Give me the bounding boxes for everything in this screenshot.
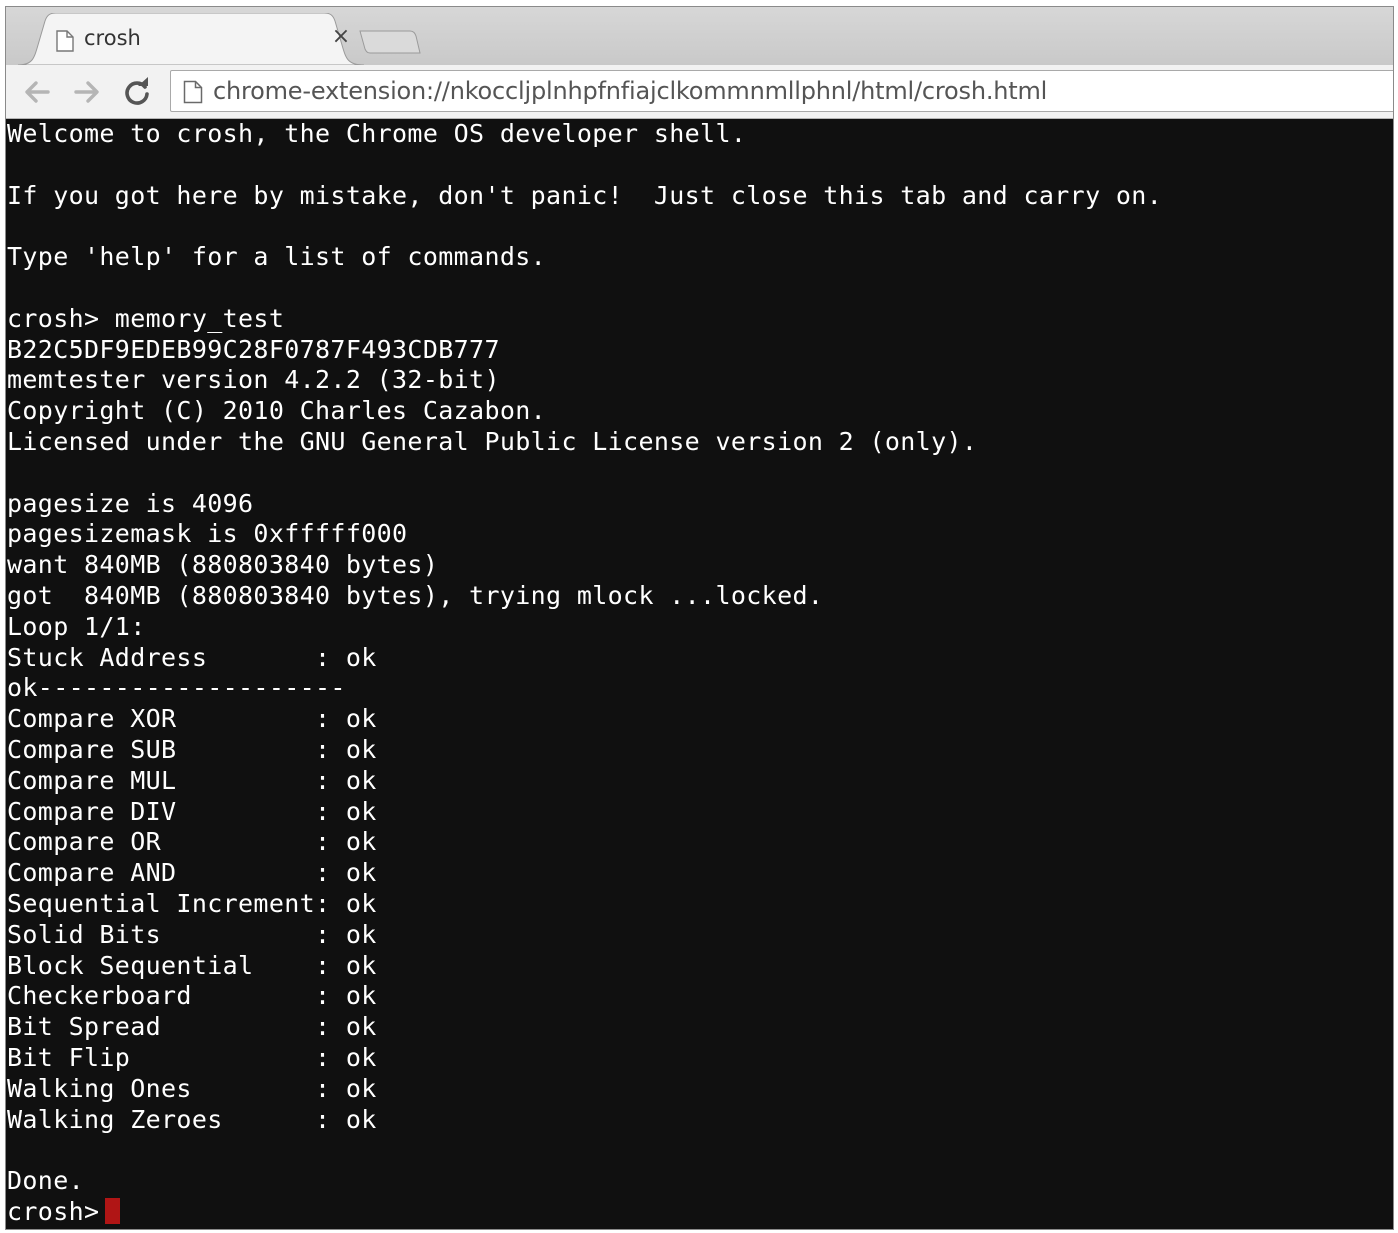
tab-strip: crosh × <box>6 7 1393 65</box>
page-icon <box>56 30 74 52</box>
back-arrow-icon[interactable] <box>22 77 52 107</box>
terminal-line: Compare XOR : ok <box>7 704 377 734</box>
tab-title: crosh <box>84 26 141 50</box>
terminal-line: Compare MUL : ok <box>7 765 377 795</box>
terminal-line: Solid Bits : ok <box>7 919 377 949</box>
terminal-line: Compare SUB : ok <box>7 734 377 764</box>
tab-crosh[interactable]: crosh × <box>18 13 364 65</box>
terminal-line: Done. <box>7 1166 85 1196</box>
terminal-line: Licensed under the GNU General Public Li… <box>7 426 978 456</box>
terminal-line: Block Sequential : ok <box>7 950 377 980</box>
terminal-line: pagesize is 4096 <box>7 488 254 518</box>
terminal-line: want 840MB (880803840 bytes) <box>7 550 439 580</box>
terminal-line: If you got here by mistake, don't panic!… <box>7 180 1163 210</box>
terminal-line: Bit Spread : ok <box>7 1012 377 1042</box>
url-text[interactable]: chrome-extension://nkoccljplnhpfnfiajclk… <box>213 77 1047 105</box>
terminal-line: Compare DIV : ok <box>7 796 377 826</box>
terminal-line: crosh> memory_test <box>7 303 285 333</box>
address-bar[interactable]: chrome-extension://nkoccljplnhpfnfiajclk… <box>170 70 1393 112</box>
terminal-line: Stuck Address : ok <box>7 642 377 672</box>
terminal-line: Bit Flip : ok <box>7 1042 377 1072</box>
terminal-line: Walking Ones : ok <box>7 1073 377 1103</box>
page-icon <box>183 80 203 104</box>
terminal-line: Walking Zeroes : ok <box>7 1104 377 1134</box>
terminal-line: got 840MB (880803840 bytes), trying mloc… <box>7 580 824 610</box>
terminal-line: Copyright (C) 2010 Charles Cazabon. <box>7 396 547 426</box>
reload-icon[interactable] <box>122 77 152 107</box>
browser-window: crosh × chrome-extension://nkoccljplnhpf… <box>5 6 1394 1230</box>
terminal-line: Loop 1/1: <box>7 611 146 641</box>
terminal-cursor <box>105 1197 121 1224</box>
terminal-line: Compare AND : ok <box>7 858 377 888</box>
terminal-output[interactable]: Welcome to crosh, the Chrome OS develope… <box>6 119 1393 1229</box>
new-tab-button[interactable] <box>358 29 422 55</box>
terminal-line: Sequential Increment: ok <box>7 888 377 918</box>
close-tab-icon[interactable]: × <box>330 26 352 48</box>
terminal-line: B22C5DF9EDEB99C28F0787F493CDB777 <box>7 334 500 364</box>
shell-prompt: crosh> <box>7 1196 100 1226</box>
terminal-line: Compare OR : ok <box>7 827 377 857</box>
terminal-prompt-line[interactable]: crosh> <box>7 1197 1393 1228</box>
terminal-line: Type 'help' for a list of commands. <box>7 242 547 272</box>
terminal-line: Welcome to crosh, the Chrome OS develope… <box>7 119 747 148</box>
forward-arrow-icon[interactable] <box>72 77 102 107</box>
terminal-line: pagesizemask is 0xfffff000 <box>7 519 408 549</box>
browser-toolbar: chrome-extension://nkoccljplnhpfnfiajclk… <box>6 65 1393 119</box>
terminal-line: Checkerboard : ok <box>7 981 377 1011</box>
terminal-line: ok-------------------- <box>7 673 346 703</box>
terminal-line: memtester version 4.2.2 (32-bit) <box>7 365 500 395</box>
